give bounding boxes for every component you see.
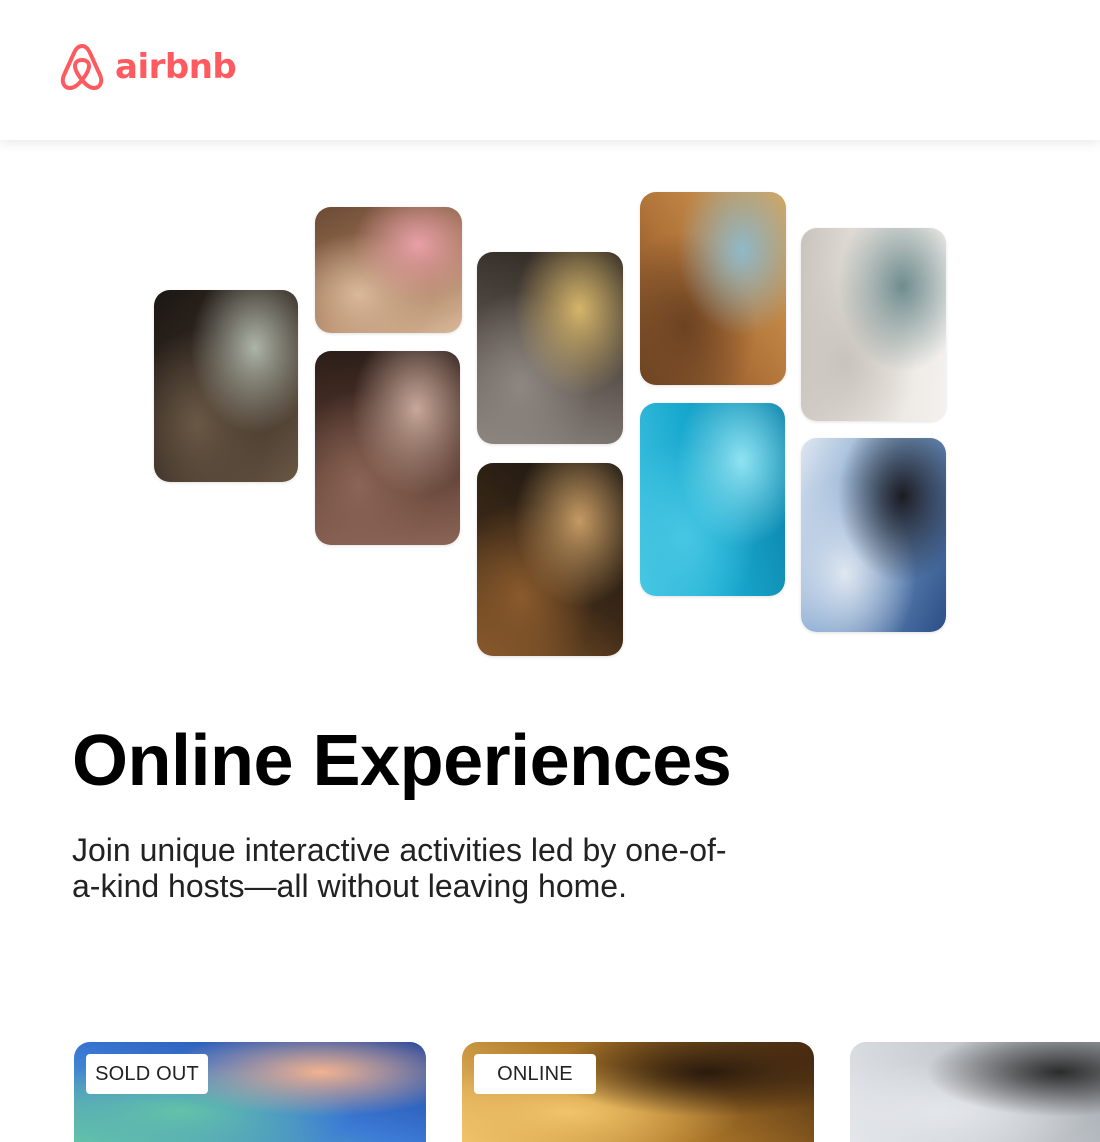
site-header: airbnb xyxy=(0,0,1100,140)
page-subtitle: Join unique interactive activities led b… xyxy=(72,832,727,904)
collage-photo-keyboard xyxy=(640,192,786,385)
collage-photo-swimmer xyxy=(640,403,785,596)
collage-photo-singer xyxy=(801,438,946,632)
experience-card[interactable]: ONLINE xyxy=(462,1042,814,1142)
collage-photo-baker xyxy=(315,207,462,333)
page-title: Online Experiences xyxy=(72,721,732,801)
collage-photo-guitar xyxy=(477,463,623,656)
collage-photo-yoga xyxy=(801,228,946,421)
status-badge: SOLD OUT xyxy=(86,1054,208,1094)
brand-wordmark: airbnb xyxy=(115,47,237,87)
status-badge: ONLINE xyxy=(474,1054,596,1094)
experience-card[interactable]: SOLD OUT xyxy=(74,1042,426,1142)
airbnb-logo[interactable]: airbnb xyxy=(58,40,237,94)
experience-card[interactable] xyxy=(850,1042,1100,1142)
collage-photo-food-bowl xyxy=(477,252,623,444)
collage-photo-dancer xyxy=(315,351,460,545)
belo-icon xyxy=(60,44,104,90)
collage-photo-cooking xyxy=(154,290,298,482)
